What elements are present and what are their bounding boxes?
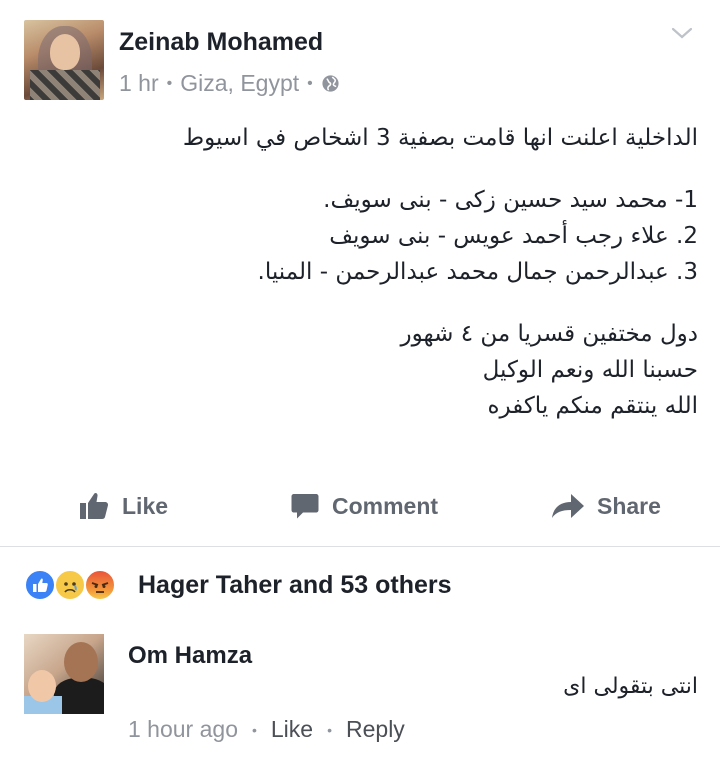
comment-text: انتى بتقولى اى	[563, 674, 698, 699]
like-reaction-icon	[24, 569, 56, 601]
commenter-name[interactable]: Om Hamza	[128, 642, 252, 670]
comment-button[interactable]: Comment	[290, 478, 438, 534]
post-line: دول مختفين قسريا من ٤ شهور	[400, 321, 698, 347]
separator-dot: •	[307, 74, 313, 92]
post-line: 3. عبدالرحمن جمال محمد عبدالرحمن - المني…	[257, 259, 698, 285]
separator-dot: •	[327, 721, 332, 738]
angry-reaction-icon	[84, 569, 116, 601]
post-location[interactable]: Giza, Egypt	[180, 70, 299, 97]
share-button[interactable]: Share	[551, 478, 661, 534]
comment-like-link[interactable]: Like	[271, 716, 313, 743]
comment-reply-link[interactable]: Reply	[346, 716, 405, 743]
reaction-icons	[24, 566, 124, 604]
thumbs-up-icon	[80, 492, 109, 519]
comment-meta: 1 hour ago • Like • Reply	[128, 716, 405, 743]
post-line: 2. علاء رجب أحمد عويس - بنى سويف	[329, 223, 698, 249]
post-line: حسبنا الله ونعم الوكيل	[482, 357, 698, 383]
post-line-gap	[138, 156, 698, 182]
separator-dot: •	[166, 74, 173, 92]
post-meta: 1 hr • Giza, Egypt •	[119, 70, 340, 97]
reactions-summary-text: Hager Taher and 53 others	[138, 570, 452, 599]
comment-time[interactable]: 1 hour ago	[128, 716, 238, 743]
post-line: الله ينتقم منكم ياكفره	[487, 393, 698, 419]
post-line: الداخلية اعلنت انها قامت بصفية 3 اشخاص ف…	[182, 125, 698, 151]
share-label: Share	[597, 492, 661, 519]
poster-name[interactable]: Zeinab Mohamed	[119, 28, 323, 57]
comment-label: Comment	[332, 492, 439, 519]
comment-icon	[291, 494, 319, 519]
globe-icon[interactable]	[321, 74, 340, 93]
divider	[0, 546, 720, 547]
post-header: Zeinab Mohamed 1 hr • Giza, Egypt •	[0, 0, 720, 110]
post-line: 1- محمد سيد حسين زكى - بنى سويف.	[323, 187, 698, 213]
chevron-down-icon[interactable]	[670, 24, 694, 42]
sad-reaction-icon	[54, 569, 86, 601]
like-button[interactable]: Like	[78, 478, 168, 534]
commenter-avatar[interactable]	[24, 634, 104, 714]
poster-avatar[interactable]	[24, 20, 104, 100]
like-label: Like	[122, 492, 169, 519]
post-text: الداخلية اعلنت انها قامت بصفية 3 اشخاص ف…	[138, 120, 698, 424]
reactions-summary[interactable]: Hager Taher and 53 others	[24, 565, 452, 605]
share-arrow-icon	[552, 494, 584, 518]
post-line-gap	[138, 290, 698, 316]
post-actions: Like Comment Share	[0, 478, 720, 534]
comment: Om Hamza انتى بتقولى اى 1 hour ago • Lik…	[0, 630, 720, 770]
separator-dot: •	[251, 721, 257, 738]
post-time[interactable]: 1 hr	[119, 70, 159, 97]
